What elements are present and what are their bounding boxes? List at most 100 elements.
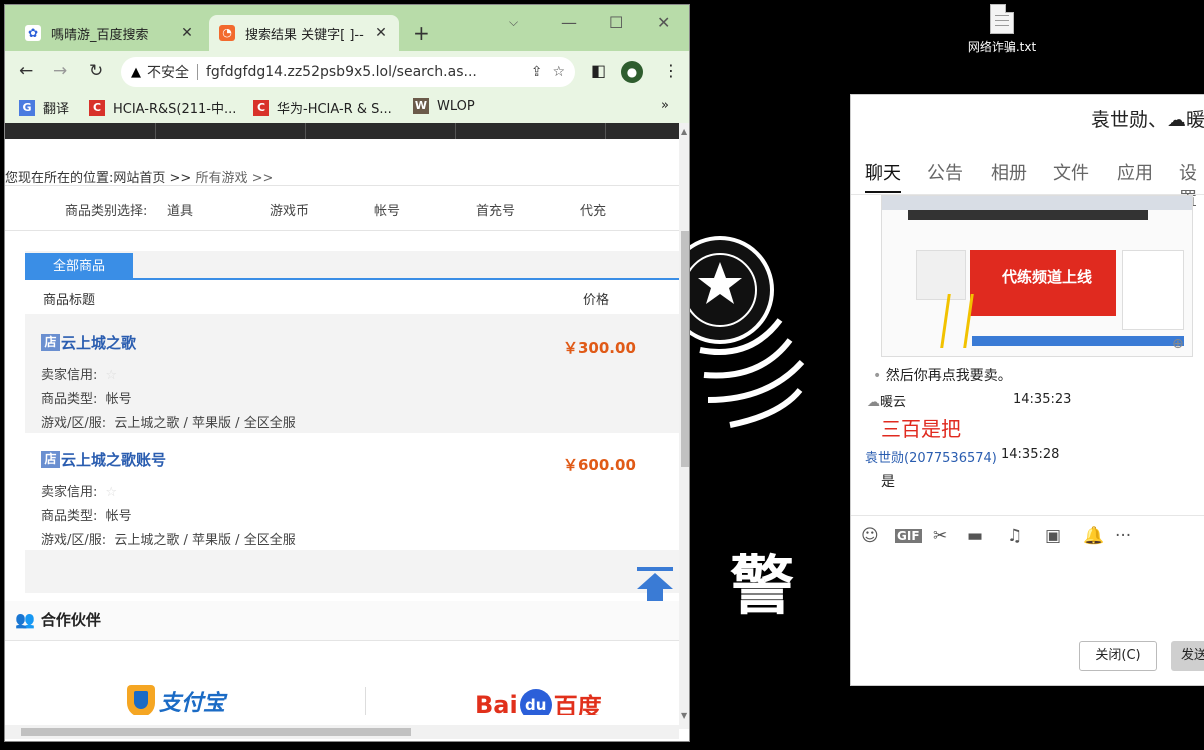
police-character: 警 xyxy=(730,549,794,624)
tab-close-icon[interactable]: ✕ xyxy=(373,25,389,41)
tab-search-results[interactable]: ◔ 搜索结果 关键字[ ]-- ✕ xyxy=(209,15,399,51)
back-button[interactable]: ← xyxy=(19,61,33,81)
csdn-icon: C xyxy=(253,99,269,116)
site-favicon-icon: ◔ xyxy=(219,25,235,41)
security-label: 不安全 xyxy=(147,65,189,81)
chat-message: 是 xyxy=(881,474,895,490)
bell-icon[interactable]: 🔔 xyxy=(1083,526,1104,546)
bookmark-translate[interactable]: G 翻译 xyxy=(19,98,69,117)
warning-icon[interactable]: ▲ xyxy=(131,65,141,80)
partners-title: 合作伙伴 xyxy=(40,611,101,629)
share-icon[interactable]: ⇪ xyxy=(531,64,543,80)
bookmarks-more-button[interactable]: » xyxy=(661,98,669,113)
baidu-text: Bai xyxy=(475,690,518,716)
category-item[interactable]: 代充 xyxy=(580,200,606,219)
tab-close-icon[interactable]: ✕ xyxy=(179,25,195,41)
tab-album[interactable]: 相册 xyxy=(991,159,1027,185)
gif-icon[interactable]: GIF xyxy=(895,529,922,543)
tab-search-dropdown-icon[interactable]: ⌵ xyxy=(509,15,518,30)
product-row: 店 云上城之歌 ￥300.00 卖家信用: ☆ 商品类型: 帐号 游戏/区/服: … xyxy=(25,316,679,433)
product-row: 店 云上城之歌账号 ￥600.00 卖家信用: ☆ 商品类型: 帐号 游戏/区/服… xyxy=(25,433,679,550)
partners-header: 👥 合作伙伴 xyxy=(5,601,679,641)
breadcrumb: 您现在所在的位置:网站首页 >> 所有游戏 >> xyxy=(5,167,273,186)
baidu-logo[interactable]: Bai du 百度 xyxy=(475,687,602,715)
tab-baidu-search[interactable]: ✿ 嗎晴游_百度搜索 ✕ xyxy=(15,15,205,51)
tab-bar: ✿ 嗎晴游_百度搜索 ✕ ◔ 搜索结果 关键字[ ]-- ✕ + ⌵ — ☐ ✕ xyxy=(5,5,689,51)
profile-avatar-icon[interactable]: ● xyxy=(621,61,643,83)
bookmark-hcia-1[interactable]: C HCIA-R&S(211-中... xyxy=(89,98,236,117)
scroll-down-icon[interactable]: ▼ xyxy=(681,711,687,720)
tab-all-products[interactable]: 全部商品 xyxy=(25,253,133,280)
chat-image[interactable]: 代练频道上线 ⊕ xyxy=(881,195,1193,357)
forward-button[interactable]: → xyxy=(53,61,67,81)
folder-icon[interactable]: ▬ xyxy=(967,526,983,546)
bookmark-hcia-2[interactable]: C 华为-HCIA-R & S... xyxy=(253,98,392,117)
breadcrumb-current[interactable]: 所有游戏 >> xyxy=(195,171,273,186)
new-tab-button[interactable]: + xyxy=(413,21,430,45)
image-site-nav xyxy=(908,210,1148,220)
tab-notice[interactable]: 公告 xyxy=(927,159,963,185)
category-item[interactable]: 游戏币 xyxy=(270,200,309,219)
alipay-logo[interactable]: 支付宝 xyxy=(127,685,225,715)
restore-button[interactable]: ☐ xyxy=(609,13,623,32)
emoji-icon[interactable]: ☺ xyxy=(861,526,879,546)
reload-button[interactable]: ↻ xyxy=(89,61,103,81)
vertical-scrollbar[interactable]: ▲ ▼ xyxy=(679,123,689,729)
input-toolbar: ☺ GIF ✂ ▬ ♫ ▣ 🔔 ··· xyxy=(851,515,1204,555)
type-value: 帐号 xyxy=(105,392,132,407)
bookmark-label: 翻译 xyxy=(43,102,70,117)
bookmark-label: WLOP xyxy=(437,98,475,114)
zoom-icon[interactable]: ⊕ xyxy=(1172,336,1184,352)
scissors-icon[interactable]: ✂ xyxy=(933,526,947,546)
close-button[interactable]: 关闭(C) xyxy=(1079,641,1157,671)
divider xyxy=(197,64,198,80)
sender-name[interactable]: 暖云 xyxy=(880,395,906,410)
chat-message-highlight: 三百是把 xyxy=(881,417,961,441)
scroll-up-icon[interactable]: ▲ xyxy=(681,127,687,136)
product-name-link[interactable]: 店 云上城之歌账号 xyxy=(41,449,166,470)
window-close-button[interactable]: ✕ xyxy=(657,13,670,32)
product-name[interactable]: 云上城之歌账号 xyxy=(61,449,166,470)
product-price: ￥600.00 xyxy=(563,456,636,474)
message-sender[interactable]: 袁世勋(2077536574) xyxy=(865,447,997,466)
tab-chat[interactable]: 聊天 xyxy=(865,159,901,193)
minimize-button[interactable]: — xyxy=(561,13,577,32)
tab-apps[interactable]: 应用 xyxy=(1117,159,1153,185)
category-item[interactable]: 帐号 xyxy=(374,200,400,219)
image-icon[interactable]: ▣ xyxy=(1045,526,1061,546)
desktop-file[interactable]: 网络诈骗.txt xyxy=(958,4,1046,55)
message-time: 14:35:23 xyxy=(1013,392,1072,407)
image-list xyxy=(1122,250,1184,330)
scroll-thumb[interactable] xyxy=(681,231,689,467)
paw-icon: ✿ xyxy=(25,25,41,41)
url-text[interactable]: fgfdgfdg14.zz52psb9x5.lol/search.as... xyxy=(206,64,521,80)
address-bar[interactable]: ▲ 不安全 fgfdgfdg14.zz52psb9x5.lol/search.a… xyxy=(121,57,575,87)
horizontal-scrollbar[interactable] xyxy=(5,725,679,739)
breadcrumb-home[interactable]: 您现在所在的位置:网站首页 >> xyxy=(5,171,195,186)
csdn-icon: C xyxy=(89,99,105,116)
product-type: 商品类型: 帐号 xyxy=(41,388,132,407)
side-panel-icon[interactable]: ◧ xyxy=(591,61,606,80)
browser-toolbar: ← → ↻ ▲ 不安全 fgfdgfdg14.zz52psb9x5.lol/se… xyxy=(5,51,689,93)
scroll-thumb[interactable] xyxy=(21,728,411,736)
logo-divider xyxy=(365,687,366,715)
tab-files[interactable]: 文件 xyxy=(1053,159,1089,185)
send-button[interactable]: 发送 xyxy=(1171,641,1204,671)
music-icon[interactable]: ♫ xyxy=(1007,526,1022,546)
bookmark-wlop[interactable]: W WLOP xyxy=(413,98,475,114)
server-value: 云上城之歌 / 苹果版 / 全区全服 xyxy=(114,533,296,548)
product-name[interactable]: 云上城之歌 xyxy=(61,332,136,353)
bookmark-star-icon[interactable]: ☆ xyxy=(552,64,565,80)
category-item[interactable]: 道具 xyxy=(167,200,193,219)
category-item[interactable]: 首充号 xyxy=(476,200,515,219)
alipay-text: 支付宝 xyxy=(159,691,226,715)
image-blue-bar xyxy=(972,336,1184,346)
product-panel: 全部商品 商品标题 价格 店 云上城之歌 ￥300.00 卖家信用: ☆ 商品类… xyxy=(25,251,679,609)
product-name-link[interactable]: 店 云上城之歌 xyxy=(41,332,136,353)
yellow-arrow-icon xyxy=(940,294,974,348)
more-icon[interactable]: ··· xyxy=(1115,526,1131,546)
type-label: 商品类型: xyxy=(41,509,98,524)
column-title: 商品标题 xyxy=(43,293,96,308)
message-sender[interactable]: ☁暖云 xyxy=(867,391,906,410)
menu-icon[interactable]: ⋮ xyxy=(663,61,679,80)
